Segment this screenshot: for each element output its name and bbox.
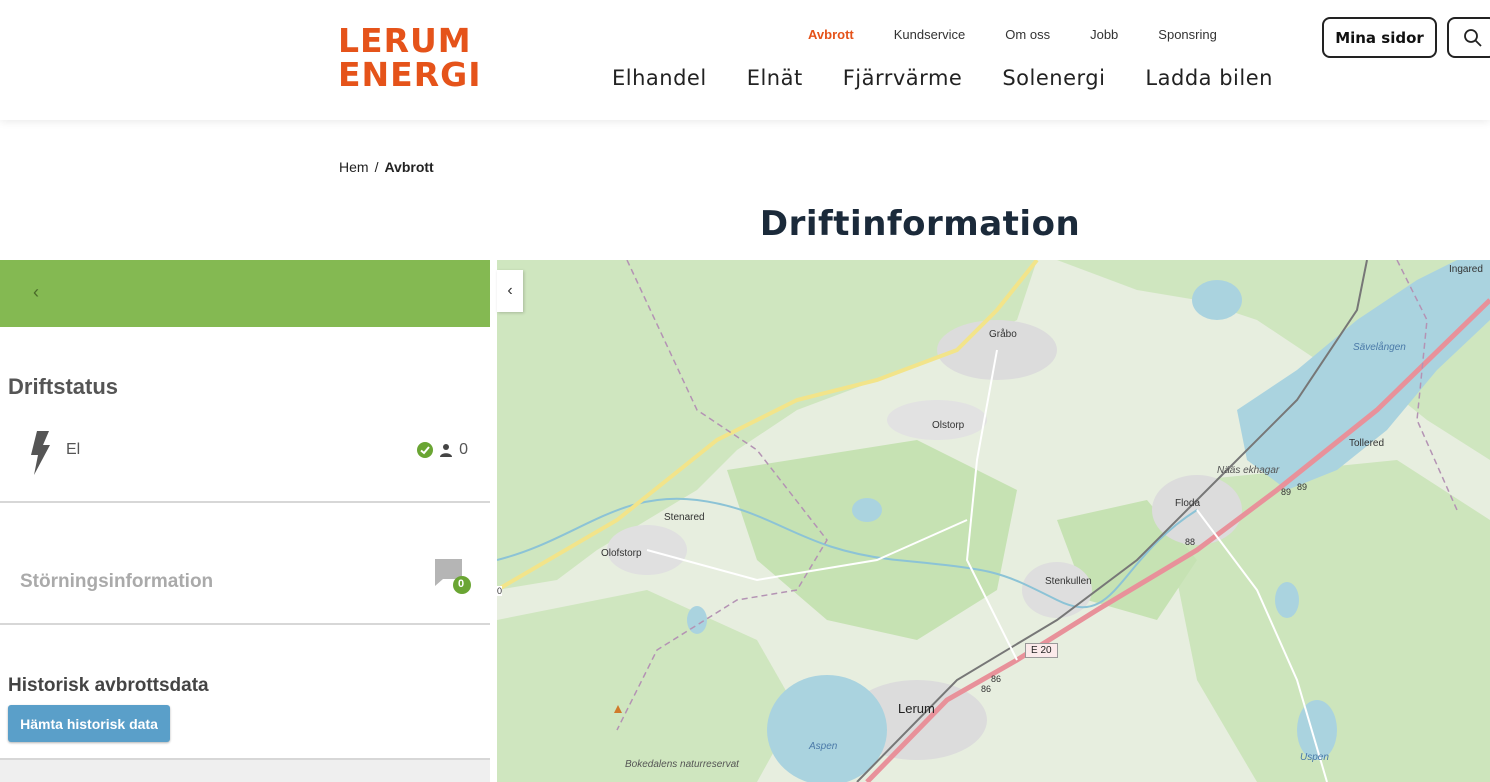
place-aspen: Aspen [809,741,838,752]
breadcrumb-home[interactable]: Hem [339,159,369,175]
panel-header: ‹ [0,260,490,327]
logo-line-2: ENERGI [338,55,482,94]
outage-map[interactable]: Ingared Gråbo Sävelången Olstorp Tollere… [497,260,1490,782]
road-number-89b: 89 [1297,482,1308,492]
mainnav-ladda-bilen[interactable]: Ladda bilen [1145,66,1273,90]
road-number-89a: 89 [1281,487,1292,497]
breadcrumb-separator: / [374,159,379,175]
place-olstorp: Olstorp [932,420,965,431]
place-olofstorp: Olofstorp [601,548,642,559]
historisk-card: Historisk avbrottsdata Hämta historisk d… [0,627,490,760]
mainnav-elhandel[interactable]: Elhandel [612,66,707,90]
storningsinformation-title: Störningsinformation [20,571,214,592]
topnav-sponsring[interactable]: Sponsring [1158,27,1217,42]
place-savelangen: Sävelången [1353,342,1406,353]
place-stenkullen: Stenkullen [1045,576,1092,587]
mainnav-fjarrvarme[interactable]: Fjärrvärme [843,66,963,90]
disturbance-count-badge: 0 [458,578,465,590]
person-icon [440,444,453,457]
peak-marker-icon [614,705,622,713]
place-floda: Floda [1175,498,1201,509]
driftstatus-title: Driftstatus [8,374,119,399]
lerum-energi-logo[interactable]: LERUM ENERGI [338,21,482,94]
el-label: El [66,441,81,458]
lightning-bolt-icon [31,431,50,475]
storningsinformation-card[interactable]: Störningsinformation 0 [0,505,490,625]
place-tollered: Tollered [1349,438,1385,449]
top-nav: Avbrott Kundservice Om oss Jobb Sponsrin… [808,27,1257,42]
topnav-avbrott[interactable]: Avbrott [808,27,854,42]
place-uspen: Uspen [1300,752,1329,763]
mainnav-solenergi[interactable]: Solenergi [1002,66,1105,90]
mina-sidor-button[interactable]: Mina sidor [1322,17,1437,58]
chevron-left-icon: ‹ [507,282,513,299]
el-status-row[interactable]: El 0 [28,431,468,475]
road-number-86a: 86 [991,674,1002,684]
place-grabo: Gråbo [989,329,1017,340]
road-number-86b: 86 [981,684,992,694]
fetch-history-button[interactable]: Hämta historisk data [8,705,170,742]
topnav-jobb[interactable]: Jobb [1090,27,1118,42]
el-affected-count: 0 [459,441,468,458]
map-sidebar-toggle[interactable]: ‹ [497,270,523,312]
status-panel: ‹ Driftstatus El 0 Störningsinformation … [0,260,490,782]
place-lerum: Lerum [898,701,935,716]
place-naas-ekhagar: Nääs ekhagar [1217,465,1280,476]
message-icon: 0 [433,555,473,595]
search-icon [1464,28,1482,47]
breadcrumb-current: Avbrott [384,159,434,175]
road-number-88: 88 [1185,537,1196,547]
main-nav: Elhandel Elnät Fjärrvärme Solenergi Ladd… [612,66,1313,90]
historisk-title: Historisk avbrottsdata [8,675,209,696]
breadcrumb: Hem / Avbrott [339,159,434,175]
road-sign-e20: E 20 [1025,643,1058,658]
map-edge-label: 0 [497,586,503,596]
page-title: Driftinformation [759,204,1081,244]
mainnav-elnat[interactable]: Elnät [747,66,803,90]
panel-footer [0,760,490,782]
place-bokedalens: Bokedalens naturreservat [625,759,739,770]
place-ingared: Ingared [1449,264,1483,275]
topnav-kundservice[interactable]: Kundservice [894,27,966,42]
search-button[interactable] [1447,17,1490,58]
site-header: LERUM ENERGI Avbrott Kundservice Om oss … [0,0,1490,120]
el-status-indicator: 0 [417,441,468,459]
topnav-om-oss[interactable]: Om oss [1005,27,1050,42]
check-circle-icon [417,442,434,458]
place-stenared: Stenared [664,512,705,523]
logo-line-1: LERUM [338,21,472,60]
chevron-left-icon[interactable]: ‹ [33,282,39,303]
driftstatus-card: Driftstatus El 0 [0,327,490,503]
